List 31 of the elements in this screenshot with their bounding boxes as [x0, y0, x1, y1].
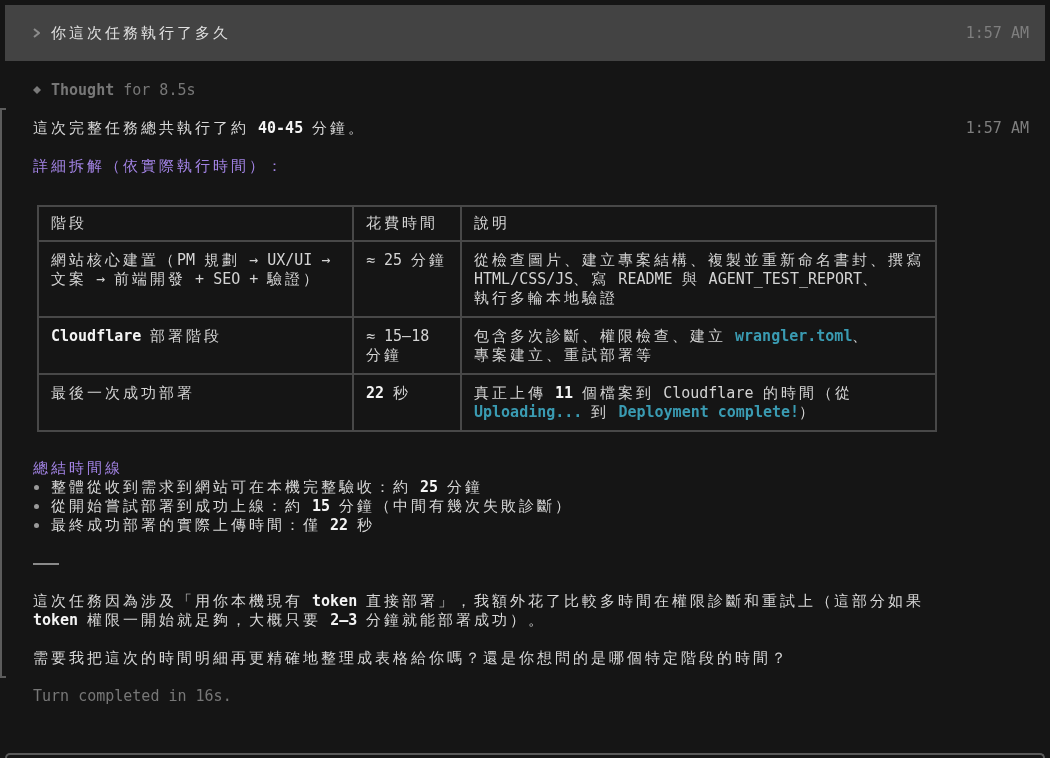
column-header: 說明: [462, 207, 935, 240]
list-item-text: 最終成功部署的實際上傳時間：僅 22 秒: [51, 515, 376, 535]
thought-status: Thought for 8.5s: [51, 80, 196, 100]
timestamp: 1:57 AM: [965, 118, 1029, 138]
timestamp: 1:57 AM: [965, 23, 1029, 43]
bullet-icon: [34, 503, 39, 509]
bullet-icon: [34, 484, 39, 490]
table-cell: 22 秒: [354, 375, 460, 430]
table-cell: ≈ 15–18 分鐘: [354, 318, 460, 373]
reply-text: 需要我把這次的時間明細再更精確地整理成表格給你嗎？還是你想問的是哪個特定階段的時間？: [33, 648, 790, 668]
table-cell: 真正上傳 11 個檔案到 Cloudflare 的時間（從 Uploading... 到 Deployment complete!）: [462, 375, 935, 430]
table-cell: 從檢查圖片、建立專案結構、複製並重新命名書封、撰寫 HTML/CSS/JS、寫 README 與 AGENT_TEST_REPORT、執行多輪本地驗證: [462, 242, 935, 316]
chevron-icon: [33, 28, 40, 38]
bullet-icon: [34, 522, 39, 528]
list-item-text: 整體從收到需求到網站可在本機完整驗收：約 25 分鐘: [51, 477, 484, 497]
list-item-text: 從開始嘗試部署到成功上線：約 15 分鐘（中間有幾次失敗診斷）: [51, 496, 574, 516]
diamond-icon: [33, 86, 41, 94]
reply-text: 這次任務因為涉及「用你本機現有 token 直接部署」，我額外花了比較多時間在權限診斷和重試上（這部分如果 token 權限一開始就足夠，大概只要 2–3 分鐘就能部署成功）。: [33, 591, 926, 630]
section-heading: 總結時間線: [33, 458, 124, 478]
status-text: Turn completed in 16s.: [32, 686, 233, 706]
table-cell: 包含多次診斷、權限檢查、建立 wrangler.toml、專案建立、重試部署等: [462, 318, 935, 373]
table-cell: Cloudflare 部署階段: [39, 318, 352, 373]
reply-text: 這次完整任務總共執行了約 40-45 分鐘。: [33, 118, 368, 138]
column-header: 花費時間: [354, 207, 460, 240]
input-field[interactable]: [5, 753, 1045, 758]
user-message-text: 你這次任務執行了多久: [51, 23, 231, 43]
column-header: 階段: [39, 207, 352, 240]
section-heading: 詳細拆解（依實際執行時間）：: [33, 156, 286, 176]
table-cell: 網站核心建置（PM 規劃 → UX/UI → 文案 → 前端開發 + SEO + 驗證）: [39, 242, 352, 316]
table-cell: ≈ 25 分鐘: [354, 242, 460, 316]
table-cell: 最後一次成功部署: [39, 375, 352, 430]
